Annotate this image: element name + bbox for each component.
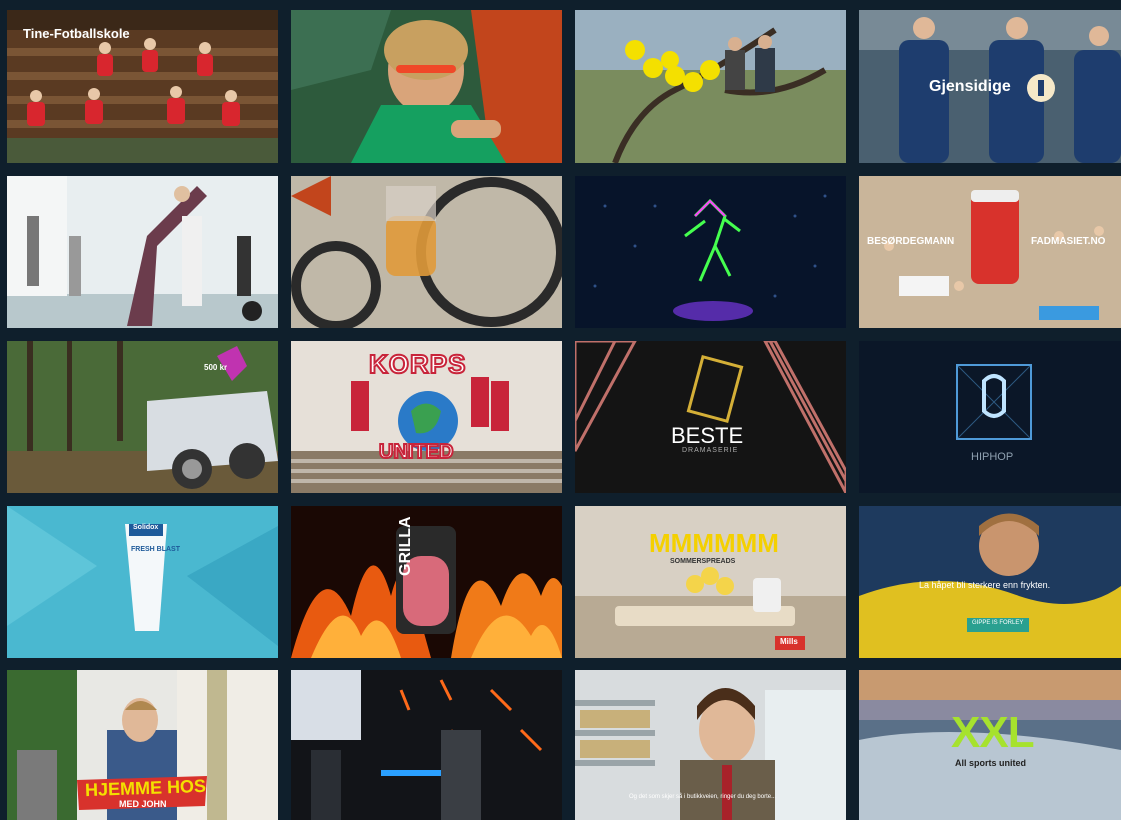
toothpaste-product: FRESH BLAST xyxy=(131,546,180,553)
xxl-tagline: All sports united xyxy=(955,758,1027,768)
thumbnail-neon-dancer[interactable] xyxy=(575,176,846,328)
xxl-logo: XXL xyxy=(951,708,1035,757)
impregnert-label-left: BESØRDEGMANN xyxy=(867,236,955,247)
thumbnail-hjemme-hos[interactable]: HJEMME HOS MED JOHN xyxy=(7,670,278,820)
green-driver-scene xyxy=(291,10,562,163)
thumbnail-impregnert[interactable]: BESØRDEGMANN FADMASIET.NO xyxy=(859,176,1121,328)
beste-scene xyxy=(575,341,846,493)
impregnert-label-right: FADMASIET.NO xyxy=(1031,236,1106,247)
thumbnail-green-driver[interactable] xyxy=(291,10,562,163)
thumbnail-hiphop[interactable]: HIPHOP xyxy=(859,341,1121,493)
yoga-scene xyxy=(7,176,278,328)
toothpaste-brand: Solidox xyxy=(133,524,159,531)
thumbnail-beste-dramaserie[interactable]: BESTE DRAMASERIE xyxy=(575,341,846,493)
video-thumbnail-grid: Tine-Fotballskole Gjensidige BESØRDEGMAN… xyxy=(0,0,1121,820)
tine-title: Tine-Fotballskole xyxy=(23,26,130,41)
balloons-scene xyxy=(575,10,846,163)
forest-car-scene xyxy=(7,341,278,493)
hiphop-label: HIPHOP xyxy=(971,451,1014,463)
gjensidige-logo-text: Gjensidige xyxy=(929,78,1011,95)
gaming-scene xyxy=(291,670,562,820)
forest-car-price-badge: 500 kr xyxy=(204,363,228,372)
thumbnail-store-man[interactable]: Og det som skjer så i butikkveien, ringe… xyxy=(575,670,846,820)
mmmmm-subtitle: SOMMERSPREADS xyxy=(670,558,736,565)
hjemme-hos-subtitle: MED JOHN xyxy=(119,799,167,809)
thumbnail-balloons-tree[interactable] xyxy=(575,10,846,163)
mmmmm-title: MMMMMM xyxy=(649,528,779,558)
mills-logo: Mills xyxy=(780,637,798,646)
thumbnail-korps-united[interactable]: KORPS UNITED xyxy=(291,341,562,493)
beste-subtitle: DRAMASERIE xyxy=(682,447,739,454)
united-title: UNITED xyxy=(378,440,454,464)
neon-scene xyxy=(575,176,846,328)
thumbnail-gjensidige[interactable]: Gjensidige xyxy=(859,10,1121,163)
impregnert-scene xyxy=(859,176,1121,328)
thumbnail-toothpaste[interactable]: Solidox FRESH BLAST xyxy=(7,506,278,658)
thumbnail-gaming[interactable] xyxy=(291,670,562,820)
korps-title: KORPS xyxy=(368,348,467,380)
thumbnail-tine-fotballskole[interactable]: Tine-Fotballskole xyxy=(7,10,278,163)
thumbnail-yoga[interactable] xyxy=(7,176,278,328)
hope-cta-button[interactable]: GIPPE IS FORLEY xyxy=(972,620,1023,626)
thumbnail-grilla[interactable]: GRILLA xyxy=(291,506,562,658)
hiphop-scene xyxy=(859,341,1121,493)
thumbnail-forest-car[interactable]: 500 kr xyxy=(7,341,278,493)
beste-title: BESTE xyxy=(671,423,744,448)
hjemme-hos-title: HJEMME HOS xyxy=(84,775,207,801)
thumbnail-mmmmm[interactable]: MMMMMM SOMMERSPREADS Mills xyxy=(575,506,846,658)
store-man-caption: Og det som skjer så i butikkveien, ringe… xyxy=(629,794,777,800)
thumbnail-wheelchair[interactable] xyxy=(291,176,562,328)
thumbnail-hope[interactable]: La håpet bli sterkere enn frykten. GIPPE… xyxy=(859,506,1121,658)
hope-caption: La håpet bli sterkere enn frykten. xyxy=(919,580,1051,590)
grilla-scene xyxy=(291,506,562,658)
thumbnail-xxl[interactable]: XXL All sports united xyxy=(859,670,1121,820)
grilla-label: GRILLA xyxy=(397,516,414,576)
wheelchair-scene xyxy=(291,176,562,328)
